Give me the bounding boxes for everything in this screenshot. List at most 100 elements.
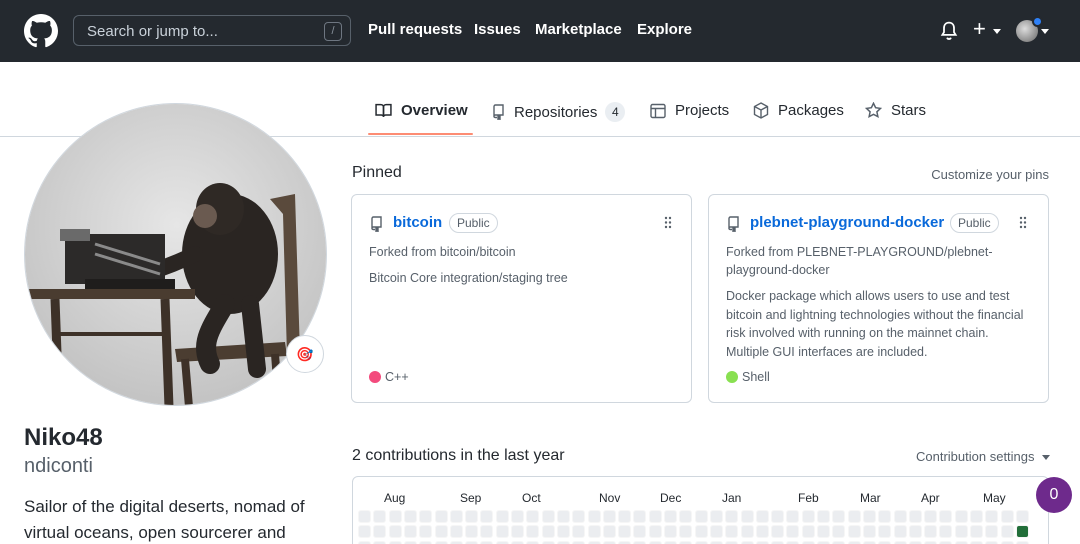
contribution-day-cell[interactable] <box>970 510 983 523</box>
contribution-day-cell[interactable] <box>939 525 953 539</box>
contribution-day-cell[interactable] <box>434 525 448 539</box>
github-logo-icon[interactable] <box>24 14 58 48</box>
contribution-day-cell[interactable] <box>403 510 417 523</box>
contribution-day-cell[interactable] <box>556 525 570 539</box>
create-new-plus-icon[interactable]: + <box>973 16 986 42</box>
contribution-day-cell[interactable] <box>1015 510 1029 523</box>
create-menu-chevron-down-icon[interactable] <box>993 29 1001 34</box>
contribution-day-cell[interactable] <box>694 510 708 523</box>
drag-handle-grabber-icon[interactable] <box>1019 216 1027 229</box>
tab-projects[interactable]: Projects <box>650 102 729 119</box>
contribution-day-cell[interactable] <box>664 525 677 539</box>
contribution-day-cell[interactable] <box>480 525 494 539</box>
contribution-day-cell[interactable] <box>403 525 417 539</box>
contribution-day-cell[interactable] <box>694 525 708 539</box>
contribution-day-cell[interactable] <box>648 525 662 539</box>
contribution-day-cell[interactable] <box>419 525 433 539</box>
contribution-day-cell[interactable] <box>664 510 677 523</box>
contribution-day-cell[interactable] <box>618 525 632 539</box>
contribution-day-cell[interactable] <box>893 510 907 523</box>
contribution-day-cell[interactable] <box>709 525 723 539</box>
contribution-day-cell[interactable] <box>771 525 785 539</box>
tab-repositories[interactable]: Repositories 4 <box>491 102 626 122</box>
contribution-day-cell[interactable] <box>679 510 693 523</box>
repo-link-plebnet-playground-docker[interactable]: plebnet-playground-docker <box>750 214 944 231</box>
nav-issues[interactable]: Issues <box>474 21 521 38</box>
contribution-day-cell[interactable] <box>373 510 387 523</box>
contribution-day-cell[interactable] <box>786 525 800 539</box>
contribution-day-cell[interactable] <box>847 510 861 523</box>
contribution-day-cell[interactable] <box>878 510 892 523</box>
contribution-day-cell[interactable] <box>526 525 540 539</box>
search-input[interactable]: Search or jump to... / <box>73 15 351 46</box>
contribution-settings-dropdown[interactable]: Contribution settings <box>916 449 1051 464</box>
contribution-day-cell[interactable] <box>572 510 586 523</box>
tab-packages[interactable]: Packages <box>753 102 844 119</box>
contribution-day-cell[interactable] <box>587 510 601 523</box>
contribution-day-cell[interactable] <box>633 510 647 523</box>
contribution-day-cell[interactable] <box>511 510 524 523</box>
contribution-day-cell[interactable] <box>801 510 815 523</box>
contribution-day-cell[interactable] <box>862 510 876 523</box>
contribution-day-cell[interactable] <box>985 525 999 539</box>
nav-explore[interactable]: Explore <box>637 21 692 38</box>
contribution-day-cell[interactable] <box>373 525 387 539</box>
contribution-day-cell[interactable] <box>954 525 968 539</box>
contribution-day-cell[interactable] <box>709 510 723 523</box>
contribution-day-cell[interactable] <box>602 525 616 539</box>
bell-icon[interactable] <box>940 21 958 41</box>
contribution-day-cell[interactable] <box>419 510 433 523</box>
contribution-day-cell[interactable] <box>648 510 662 523</box>
contribution-day-cell[interactable] <box>358 510 371 523</box>
contribution-day-cell[interactable] <box>388 510 402 523</box>
contribution-day-cell[interactable] <box>924 510 938 523</box>
contribution-day-cell[interactable] <box>541 525 555 539</box>
contribution-day-cell[interactable] <box>862 525 876 539</box>
contribution-day-cell[interactable] <box>771 510 785 523</box>
set-status-button[interactable]: 🎯 <box>286 335 324 373</box>
contribution-day-cell[interactable] <box>893 525 907 539</box>
tab-overview[interactable]: Overview <box>375 102 468 119</box>
user-menu-chevron-down-icon[interactable] <box>1041 29 1049 34</box>
contribution-day-cell[interactable] <box>939 510 953 523</box>
contribution-day-cell[interactable] <box>1000 510 1014 523</box>
profile-avatar[interactable] <box>24 103 327 406</box>
contribution-day-cell[interactable] <box>602 510 616 523</box>
contribution-day-cell[interactable] <box>511 525 524 539</box>
contribution-day-cell[interactable] <box>970 525 983 539</box>
contribution-day-cell[interactable] <box>572 525 586 539</box>
contribution-day-cell[interactable] <box>449 510 463 523</box>
contribution-day-cell[interactable] <box>1015 525 1029 539</box>
contribution-day-cell[interactable] <box>526 510 540 523</box>
contribution-day-cell[interactable] <box>740 525 754 539</box>
contribution-day-cell[interactable] <box>465 510 479 523</box>
contribution-day-cell[interactable] <box>633 525 647 539</box>
contribution-day-cell[interactable] <box>832 525 846 539</box>
contribution-day-cell[interactable] <box>755 510 769 523</box>
contribution-day-cell[interactable] <box>786 510 800 523</box>
drag-handle-grabber-icon[interactable] <box>664 216 672 229</box>
contribution-day-cell[interactable] <box>847 525 861 539</box>
contribution-day-cell[interactable] <box>908 510 922 523</box>
contribution-day-cell[interactable] <box>358 525 371 539</box>
contribution-day-cell[interactable] <box>679 525 693 539</box>
contribution-day-cell[interactable] <box>908 525 922 539</box>
contribution-day-cell[interactable] <box>954 510 968 523</box>
contribution-day-cell[interactable] <box>465 525 479 539</box>
contribution-day-cell[interactable] <box>541 510 555 523</box>
contribution-day-cell[interactable] <box>985 510 999 523</box>
nav-marketplace[interactable]: Marketplace <box>535 21 622 38</box>
contribution-day-cell[interactable] <box>924 525 938 539</box>
contribution-day-cell[interactable] <box>587 525 601 539</box>
contribution-day-cell[interactable] <box>480 510 494 523</box>
contribution-day-cell[interactable] <box>832 510 846 523</box>
contribution-day-cell[interactable] <box>817 510 830 523</box>
contribution-day-cell[interactable] <box>740 510 754 523</box>
contribution-day-cell[interactable] <box>725 510 739 523</box>
contribution-day-cell[interactable] <box>495 525 509 539</box>
repo-link-bitcoin[interactable]: bitcoin <box>393 214 442 231</box>
contribution-day-cell[interactable] <box>556 510 570 523</box>
nav-pull-requests[interactable]: Pull requests <box>368 21 462 38</box>
contribution-day-cell[interactable] <box>388 525 402 539</box>
contribution-day-cell[interactable] <box>495 510 509 523</box>
